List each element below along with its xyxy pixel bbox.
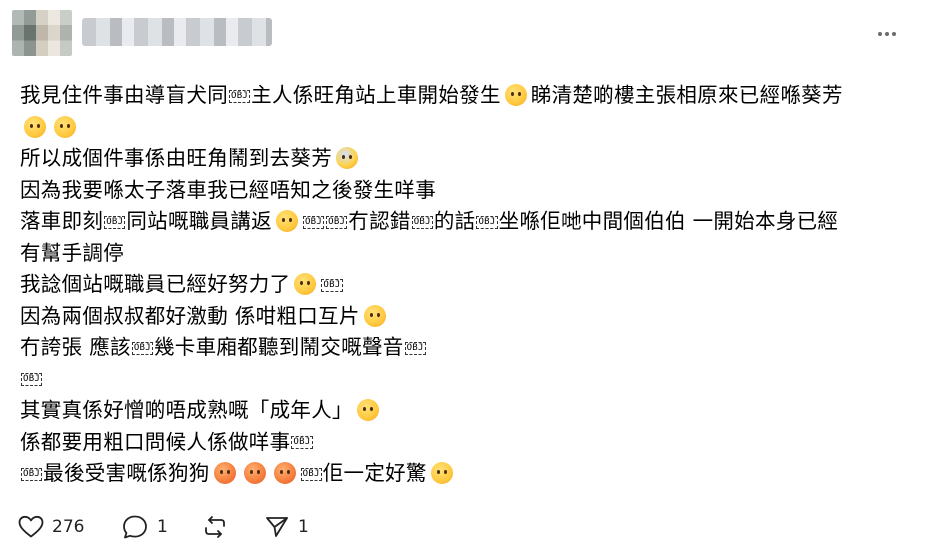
cry-face-emoji-icon xyxy=(504,84,527,106)
cry-face-emoji-icon xyxy=(24,115,46,138)
red-face-emoji-icon xyxy=(243,462,266,484)
obj-placeholder-glyph: OBJ xyxy=(104,215,126,229)
post-text: 冇認錯 xyxy=(348,209,411,233)
post-header xyxy=(0,0,926,80)
post-text: 我諗個站嘅職員已經好努力了 xyxy=(20,272,291,296)
obj-placeholder-glyph: OBJ xyxy=(404,341,426,355)
post-text: 睇清楚啲樓主張相原來已經喺葵芳 xyxy=(530,83,843,107)
send-icon xyxy=(266,517,288,537)
comment-count: 1 xyxy=(157,517,168,537)
post-line: 我見住件事由導盲犬同 OBJ 主人係旺角站上車開始發生 睇清楚啲樓主張相原來已經喺葵芳 xyxy=(20,80,910,112)
obj-placeholder-glyph: OBJ xyxy=(21,373,43,386)
share-button[interactable]: 1 xyxy=(264,512,309,542)
post-body: 我見住件事由導盲犬同 OBJ 主人係旺角站上車開始發生 睇清楚啲樓主張相原來已經喺葵芳… xyxy=(20,80,910,490)
post-line: 我諗個站嘅職員已經好努力了 OBJ xyxy=(20,269,910,301)
repost-icon xyxy=(205,516,225,538)
obj-placeholder-glyph: OBJ xyxy=(229,89,251,103)
post-text: 我見住件事由導盲犬同 xyxy=(20,83,228,107)
post-text: 坐喺佢哋中間個伯伯 一開始本身已經 xyxy=(498,209,839,233)
post-text: 佢一定好驚 xyxy=(322,461,427,485)
grimace-face-emoji-icon xyxy=(430,462,453,484)
comment-button[interactable]: 1 xyxy=(121,512,168,542)
post-text: 的話 xyxy=(433,209,476,233)
post-actions: 276 1 1 xyxy=(18,512,418,542)
post-line: 落車即刻 OBJ 同站嘅職員講返 OBJ OBJ 冇認錯 OBJ 的話 OBJ 坐喺佢哋中間個伯伯… xyxy=(20,206,910,238)
post-text: 係都要用粗口問候人係做咩事 xyxy=(20,429,291,454)
username-blurred[interactable] xyxy=(82,18,272,46)
post-line: 所以成個件事係由旺角鬧到去葵芳 xyxy=(20,143,910,175)
post-text: 主人係旺角站上車開始發生 xyxy=(251,83,501,107)
obj-placeholder-glyph: OBJ xyxy=(131,341,153,355)
cry-face-emoji-icon xyxy=(54,115,76,138)
post-text: 冇誇張 應該 xyxy=(20,335,131,359)
post-line: OBJ xyxy=(20,364,910,396)
post-line: 有幫手調停 xyxy=(20,238,910,270)
more-options-icon[interactable] xyxy=(872,24,902,44)
obj-placeholder-glyph: OBJ xyxy=(326,215,348,229)
peek-face-emoji-icon xyxy=(275,210,298,232)
red-face-emoji-icon xyxy=(273,462,296,484)
post-text: 同站嘅職員講返 xyxy=(126,209,272,233)
post-line: 因為兩個叔叔都好激動 係咁粗口互片 xyxy=(20,301,910,333)
like-count: 276 xyxy=(52,517,85,537)
scream-face-emoji-icon xyxy=(336,147,358,169)
like-button[interactable]: 276 xyxy=(18,512,84,542)
post-line: 係都要用粗口問候人係做咩事 OBJ xyxy=(20,427,910,459)
post-text: 其實真係好憎啲唔成熟嘅「成年人」 xyxy=(20,398,353,422)
obj-placeholder-glyph: OBJ xyxy=(411,215,433,229)
repost-button[interactable] xyxy=(202,512,228,542)
post-line xyxy=(20,112,910,144)
obj-placeholder-glyph: OBJ xyxy=(21,467,43,481)
post-text: 最後受害嘅係狗狗 xyxy=(43,461,210,485)
more-dot xyxy=(878,32,882,36)
obj-placeholder-glyph: OBJ xyxy=(321,278,343,292)
cry-face-emoji-icon xyxy=(363,304,386,327)
more-dot xyxy=(885,32,889,36)
post-line: OBJ 最後受害嘅係狗狗 OBJ 佢一定好驚 xyxy=(20,458,910,490)
post-text: 落車即刻 xyxy=(20,209,104,233)
post-text: 因為我要喺太子落車我已經唔知之後發生咩事 xyxy=(20,177,436,202)
heart-icon xyxy=(18,515,44,538)
share-count: 1 xyxy=(298,517,309,537)
comment-bubble-icon xyxy=(123,515,147,539)
post-line: 冇誇張 應該 OBJ 幾卡車廂都聽到鬧交嘅聲音 OBJ xyxy=(20,332,910,364)
flushed-face-emoji-icon xyxy=(356,399,379,421)
post-line: 因為我要喺太子落車我已經唔知之後發生咩事 xyxy=(20,175,910,207)
obj-placeholder-glyph: OBJ xyxy=(476,215,498,229)
more-dot xyxy=(892,32,896,36)
obj-placeholder-glyph: OBJ xyxy=(300,467,322,481)
obj-placeholder-glyph: OBJ xyxy=(302,215,325,229)
grimace-face-emoji-icon xyxy=(294,273,317,295)
post-text: 因為兩個叔叔都好激動 係咁粗口互片 xyxy=(20,303,360,328)
post-text: 有幫手調停 xyxy=(20,240,124,265)
avatar[interactable] xyxy=(12,10,72,56)
post-line: 其實真係好憎啲唔成熟嘅「成年人」 xyxy=(20,395,910,427)
post-text: 幾卡車廂都聽到鬧交嘅聲音 xyxy=(153,335,404,359)
obj-placeholder-glyph: OBJ xyxy=(291,436,313,449)
red-face-emoji-icon xyxy=(213,462,236,484)
post-text: 所以成個件事係由旺角鬧到去葵芳 xyxy=(20,146,332,170)
